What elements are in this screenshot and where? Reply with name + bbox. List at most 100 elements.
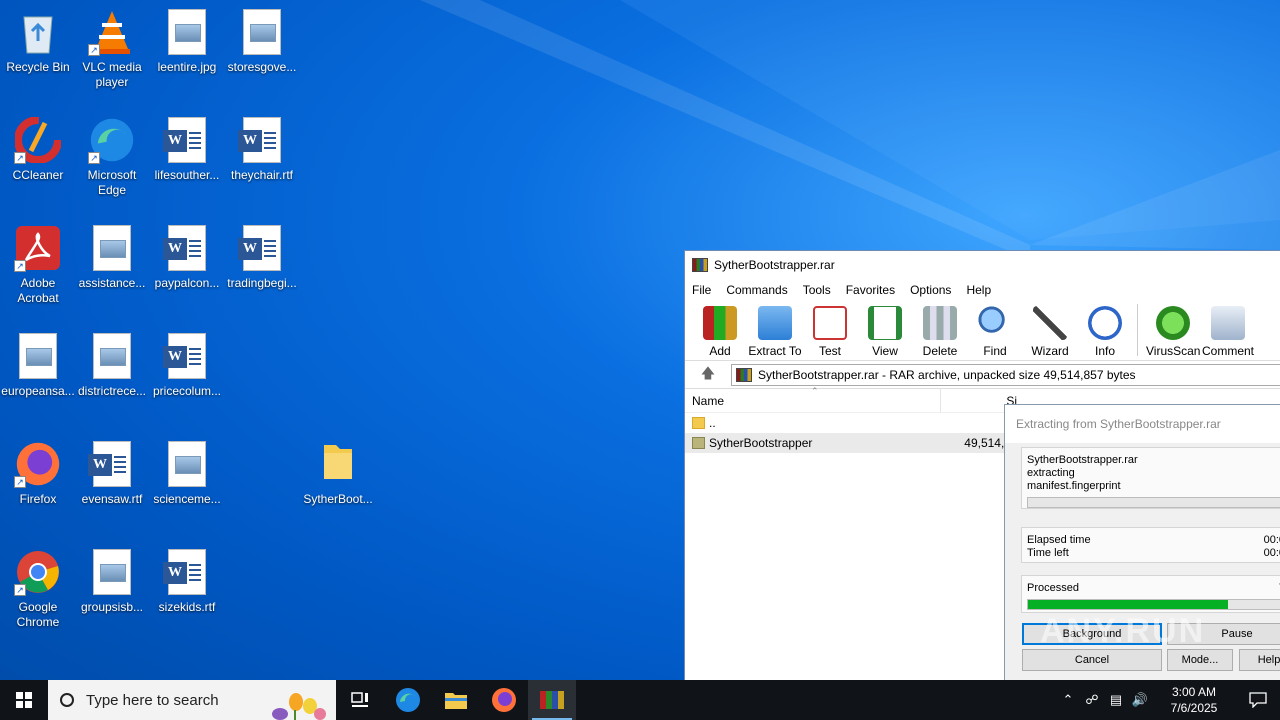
desktop-icon[interactable]: assistance... — [74, 224, 150, 291]
extract-file-group: SytherBootstrapper.rar extracting manife… — [1021, 447, 1280, 509]
desktop-icon[interactable]: Wtheychair.rtf — [224, 116, 300, 183]
background-button[interactable]: Background — [1022, 623, 1162, 645]
desktop-icon-label: scienceme... — [153, 492, 221, 506]
comment-icon — [1211, 306, 1245, 340]
comment-button[interactable]: Comment — [1201, 306, 1255, 358]
desktop-icon[interactable]: ↗ Google Chrome — [0, 548, 76, 630]
desktop-icon[interactable]: Wsizekids.rtf — [149, 548, 225, 615]
sort-caret-icon: ⌃ — [811, 386, 819, 396]
desktop-icon[interactable]: ↗ Adobe Acrobat — [0, 224, 76, 306]
toolbar-separator — [1137, 303, 1138, 356]
taskbar-winrar[interactable] — [528, 680, 576, 720]
winrar-icon — [692, 258, 708, 272]
task-view-button[interactable] — [336, 680, 384, 720]
view-button[interactable]: View — [858, 306, 912, 358]
volume-icon[interactable]: 🔊 — [1128, 692, 1152, 708]
edge-icon: ↗ — [88, 116, 136, 164]
desktop-icon-label: paypalcon... — [154, 276, 220, 290]
taskbar-firefox[interactable] — [480, 680, 528, 720]
mode-button[interactable]: Mode... — [1167, 649, 1233, 671]
find-button[interactable]: Find — [968, 306, 1022, 358]
desktop-icon[interactable]: groupsisb... — [74, 548, 150, 615]
extract-archive-name: SytherBootstrapper.rar — [1027, 454, 1138, 466]
winrar-titlebar[interactable]: SytherBootstrapper.rar — [685, 251, 1280, 279]
desktop-icon[interactable]: Wtradingbegi... — [224, 224, 300, 291]
desktop-icon-label: tradingbegi... — [227, 276, 297, 290]
folder-icon — [692, 417, 705, 429]
help-button[interactable]: Help — [1239, 649, 1280, 671]
desktop-icon[interactable]: Wevensaw.rtf — [74, 440, 150, 507]
extract-dialog[interactable]: Extracting from SytherBootstrapper.rar S… — [1004, 404, 1280, 684]
desktop-icon[interactable]: ↗ Firefox — [0, 440, 76, 507]
pause-button[interactable]: Pause — [1167, 623, 1280, 645]
path-field[interactable]: SytherBootstrapper.rar - RAR archive, un… — [731, 363, 1280, 386]
add-button[interactable]: Add — [693, 306, 747, 358]
word-file-icon: W — [88, 440, 136, 488]
shortcut-arrow-icon: ↗ — [14, 152, 26, 164]
acrobat-icon: ↗ — [14, 224, 62, 272]
menu-help[interactable]: Help — [966, 283, 991, 297]
notification-button[interactable] — [1236, 680, 1280, 720]
firefox-icon — [492, 688, 516, 712]
desktop-icon[interactable]: ↗ Microsoft Edge — [74, 116, 150, 198]
taskbar-file-explorer[interactable] — [432, 680, 480, 720]
extract-dialog-title[interactable]: Extracting from SytherBootstrapper.rar — [1005, 405, 1280, 443]
desktop-icon[interactable]: scienceme... — [149, 440, 225, 507]
desktop-icon[interactable]: Recycle Bin — [0, 8, 76, 75]
add-icon — [703, 306, 737, 340]
test-button[interactable]: Test — [803, 306, 857, 358]
delete-button[interactable]: Delete — [913, 306, 967, 358]
desktop-icon-label: lifesouther... — [154, 168, 220, 182]
word-file-icon: W — [238, 116, 286, 164]
chevron-up-icon[interactable]: ⌃ — [1056, 692, 1080, 708]
notification-icon — [1249, 692, 1267, 708]
taskbar-edge[interactable] — [384, 680, 432, 720]
clock-time: 3:00 AM — [1171, 685, 1217, 699]
desktop-icon[interactable]: europeansa... — [0, 332, 76, 399]
up-arrow-icon[interactable]: 🡅 — [685, 363, 731, 387]
shortcut-arrow-icon: ↗ — [14, 584, 26, 596]
desktop-icon-label: sizekids.rtf — [158, 600, 216, 614]
search-flowers-icon — [272, 693, 326, 720]
desktop-icon[interactable]: Wpricecolum... — [149, 332, 225, 399]
defender-icon[interactable]: ☍ — [1080, 692, 1104, 708]
vlc-icon: ↗ — [88, 8, 136, 56]
desktop-icon[interactable]: Wlifesouther... — [149, 116, 225, 183]
clock[interactable]: 3:00 AM 7/6/2025 — [1158, 684, 1230, 716]
desktop-icon[interactable]: SytherBoot... — [300, 440, 376, 507]
menu-favorites[interactable]: Favorites — [846, 283, 895, 297]
search-box[interactable]: Type here to search — [48, 680, 336, 720]
folder-icon — [314, 440, 362, 488]
path-bar: 🡅 SytherBootstrapper.rar - RAR archive, … — [685, 361, 1280, 389]
desktop-icon-label: Firefox — [19, 492, 57, 506]
time-left-value: 00:0 — [1263, 547, 1280, 559]
desktop-icon[interactable]: ↗ VLC media player — [74, 8, 150, 90]
desktop-icon[interactable]: districtrece... — [74, 332, 150, 399]
firefox-icon: ↗ — [14, 440, 62, 488]
desktop-icon-label: Adobe Acrobat — [17, 276, 59, 305]
folder-icon — [692, 437, 705, 449]
menu-options[interactable]: Options — [910, 283, 951, 297]
desktop-icon[interactable]: Wpaypalcon... — [149, 224, 225, 291]
start-button[interactable] — [0, 680, 48, 720]
menu-file[interactable]: File — [692, 283, 711, 297]
info-button[interactable]: Info — [1078, 306, 1132, 358]
desktop-icon-label: evensaw.rtf — [81, 492, 143, 506]
desktop-icon[interactable]: leentire.jpg — [149, 8, 225, 75]
desktop-icon[interactable]: ↗ CCleaner — [0, 116, 76, 183]
menu-commands[interactable]: Commands — [726, 283, 787, 297]
virusscan-button[interactable]: VirusScan — [1146, 306, 1200, 358]
system-tray: ⌃ ☍ ▤ 🔊 3:00 AM 7/6/2025 — [1056, 680, 1280, 720]
wizard-button[interactable]: Wizard — [1023, 306, 1077, 358]
desktop-icon-label: storesgove... — [227, 60, 297, 74]
extract-to-button[interactable]: Extract To — [748, 306, 802, 358]
image-file-icon — [88, 332, 136, 380]
cancel-button[interactable]: Cancel — [1022, 649, 1162, 671]
desktop-icon-label: Recycle Bin — [6, 60, 70, 74]
desktop-icon[interactable]: storesgove... — [224, 8, 300, 75]
menu-tools[interactable]: Tools — [803, 283, 831, 297]
recycle-bin-icon — [14, 8, 62, 56]
network-icon[interactable]: ▤ — [1104, 692, 1128, 708]
winrar-title: SytherBootstrapper.rar — [714, 258, 835, 272]
desktop-icon-label: assistance... — [78, 276, 146, 290]
